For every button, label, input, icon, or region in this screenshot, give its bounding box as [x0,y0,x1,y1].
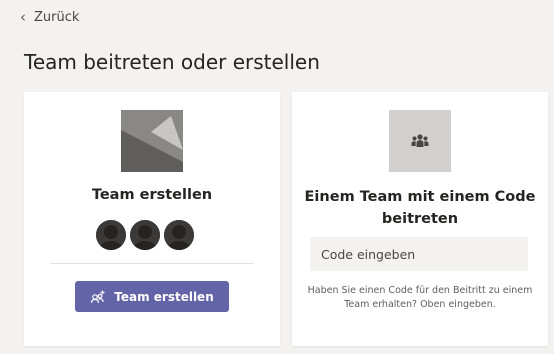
create-team-card: Team erstellen Team erstellen [24,92,280,346]
team-image-placeholder-icon [121,110,183,172]
code-input[interactable] [310,237,528,271]
avatar-group [96,220,194,250]
create-team-button[interactable]: Team erstellen [75,281,229,312]
join-team-card: Einem Team mit einem Code beitreten Habe… [292,92,548,346]
avatar [96,220,126,250]
join-help-text: Haben Sie einen Code für den Beitritt zu… [307,285,533,310]
create-team-button-label: Team erstellen [114,289,214,304]
divider [50,263,254,264]
join-team-title: Einem Team mit einem Code beitreten [304,189,536,227]
avatar [164,220,194,250]
back-link[interactable]: ‹ Zurück [20,8,80,26]
add-team-icon [90,289,106,305]
chevron-left-icon: ‹ [20,8,26,26]
people-group-icon [389,110,451,172]
create-team-title: Team erstellen [91,187,213,203]
back-label: Zurück [34,10,80,25]
page-title: Team beitreten oder erstellen [24,50,320,74]
avatar [130,220,160,250]
